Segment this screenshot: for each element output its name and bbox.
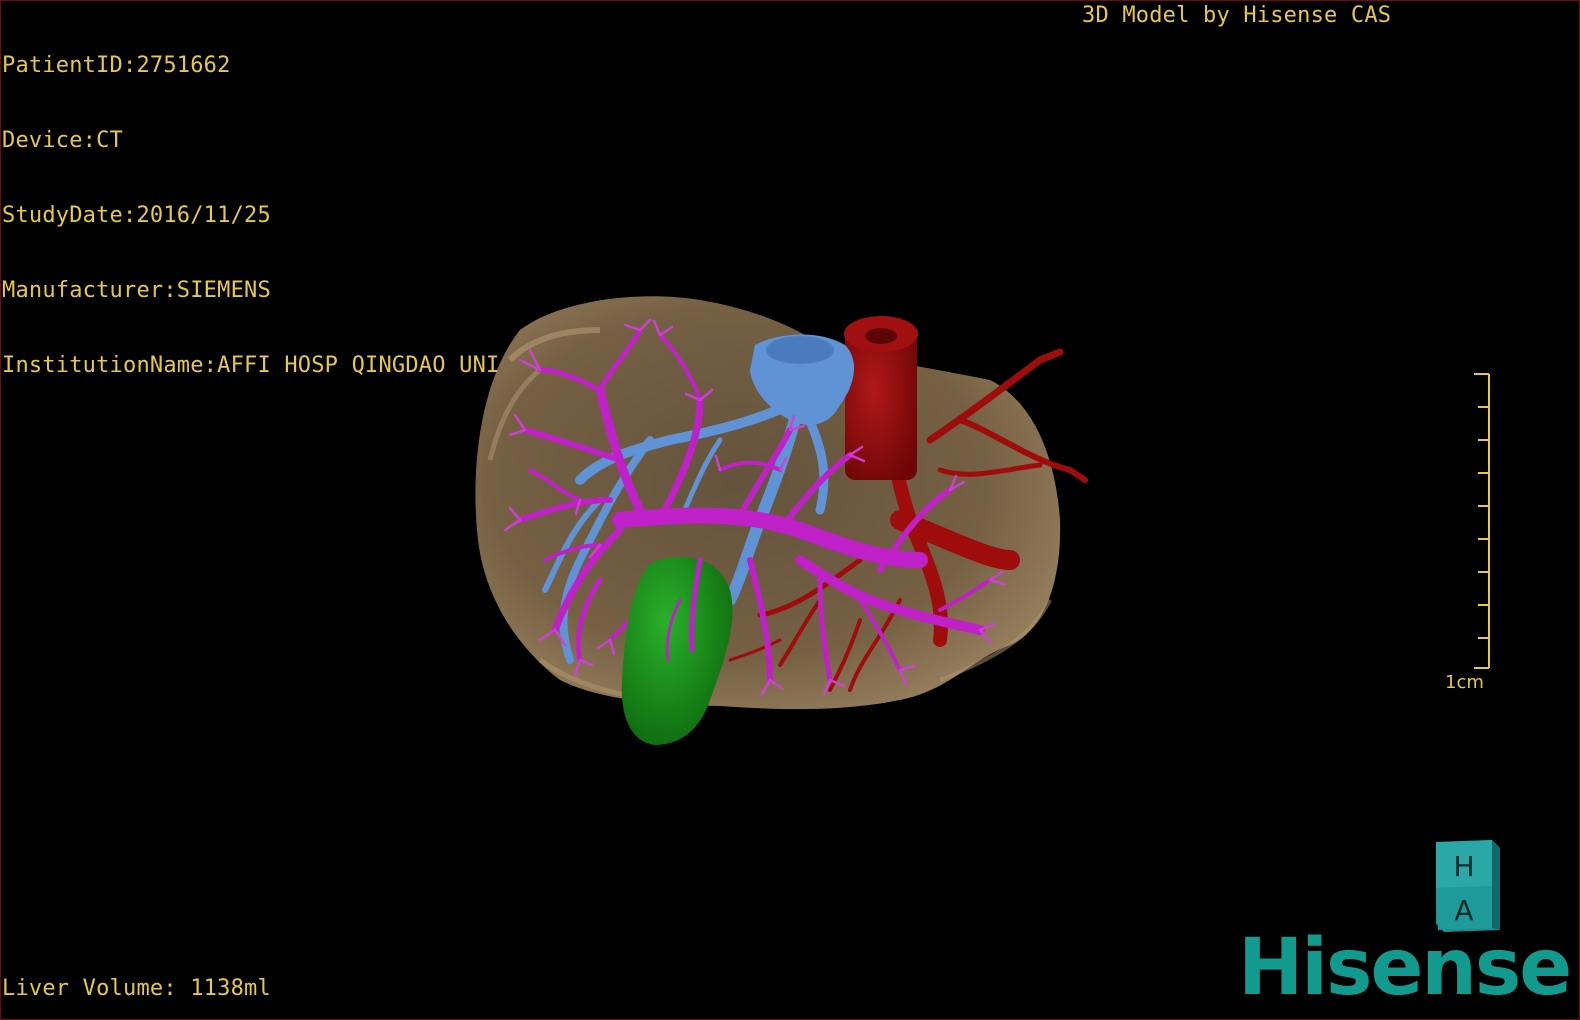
model-source-label: 3D Model by Hisense CAS	[1082, 3, 1392, 28]
orientation-cube-icon[interactable]: H A	[1434, 838, 1504, 934]
study-date-text: StudyDate:2016/11/25	[2, 203, 271, 228]
institution-text: InstitutionName:AFFI HOSP QINGDAO UNI	[2, 353, 500, 378]
hisense-logo: Hisense	[1238, 923, 1572, 1013]
dicom-info-block: PatientID:2751662 Device:CT StudyDate:20…	[2, 3, 499, 403]
ivc	[844, 316, 918, 480]
liver-volume-text: Liver Volume: 1138ml	[2, 976, 271, 1001]
scale-label: 1cm	[1445, 672, 1484, 693]
scale-bar	[1474, 373, 1490, 669]
manufacturer-text: Manufacturer:SIEMENS	[2, 278, 271, 303]
gallbladder	[621, 557, 733, 745]
cube-top-label: H	[1453, 850, 1474, 883]
device-text: Device:CT	[2, 128, 124, 153]
patient-id-text: PatientID:2751662	[2, 53, 231, 78]
